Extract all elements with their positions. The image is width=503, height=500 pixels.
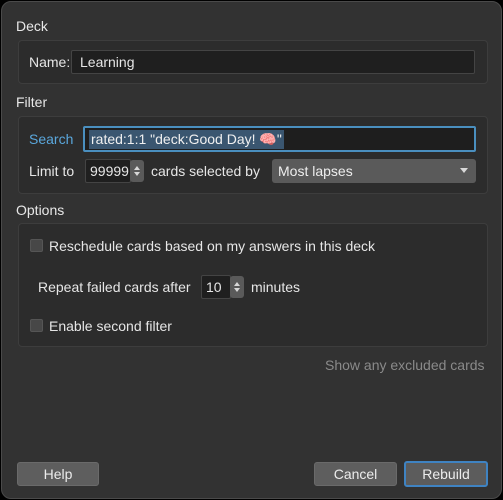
limit-stepper[interactable]	[130, 160, 144, 182]
deck-section-title: Deck	[16, 18, 48, 34]
order-select-value: Most lapses	[278, 163, 353, 179]
show-excluded-label: Show any excluded cards	[325, 357, 485, 373]
filtered-deck-dialog: Deck Name: Learning Filter Search rated:…	[1, 1, 502, 499]
name-label: Name:	[29, 54, 71, 70]
stepper-up-icon[interactable]	[234, 282, 240, 286]
deck-name-input[interactable]: Learning	[71, 50, 475, 74]
rebuild-button[interactable]: Rebuild	[404, 461, 488, 487]
stepper-down-icon[interactable]	[134, 172, 140, 176]
repeat-stepper[interactable]	[230, 276, 244, 298]
selected-by-label: cards selected by	[151, 163, 260, 179]
search-input-text: rated:1:1 "deck:Good Day! 🧠"	[89, 129, 284, 149]
order-select[interactable]: Most lapses	[272, 159, 476, 183]
chevron-down-icon	[460, 168, 468, 173]
stepper-up-icon[interactable]	[134, 166, 140, 170]
minutes-label: minutes	[251, 279, 301, 295]
repeat-label: Repeat failed cards after	[38, 279, 191, 295]
cancel-button[interactable]: Cancel	[314, 462, 397, 486]
search-input[interactable]: rated:1:1 "deck:Good Day! 🧠"	[83, 126, 476, 152]
help-button[interactable]: Help	[17, 462, 99, 486]
filter-section-title: Filter	[16, 94, 48, 110]
search-label: Search	[29, 131, 74, 147]
stepper-down-icon[interactable]	[234, 288, 240, 292]
options-group: Reschedule cards based on my answers in …	[18, 223, 488, 347]
reschedule-label[interactable]: Reschedule cards based on my answers in …	[49, 238, 375, 254]
options-section-title: Options	[16, 202, 65, 218]
filter-group: Search rated:1:1 "deck:Good Day! 🧠" Limi…	[18, 116, 488, 194]
limit-input[interactable]: 99999	[85, 159, 131, 183]
repeat-input[interactable]: 10	[201, 275, 231, 299]
deck-group: Name: Learning	[18, 40, 488, 84]
second-filter-label[interactable]: Enable second filter	[49, 318, 172, 334]
limit-label: Limit to	[29, 163, 75, 179]
second-filter-checkbox[interactable]	[30, 319, 43, 332]
reschedule-checkbox[interactable]	[30, 239, 43, 252]
